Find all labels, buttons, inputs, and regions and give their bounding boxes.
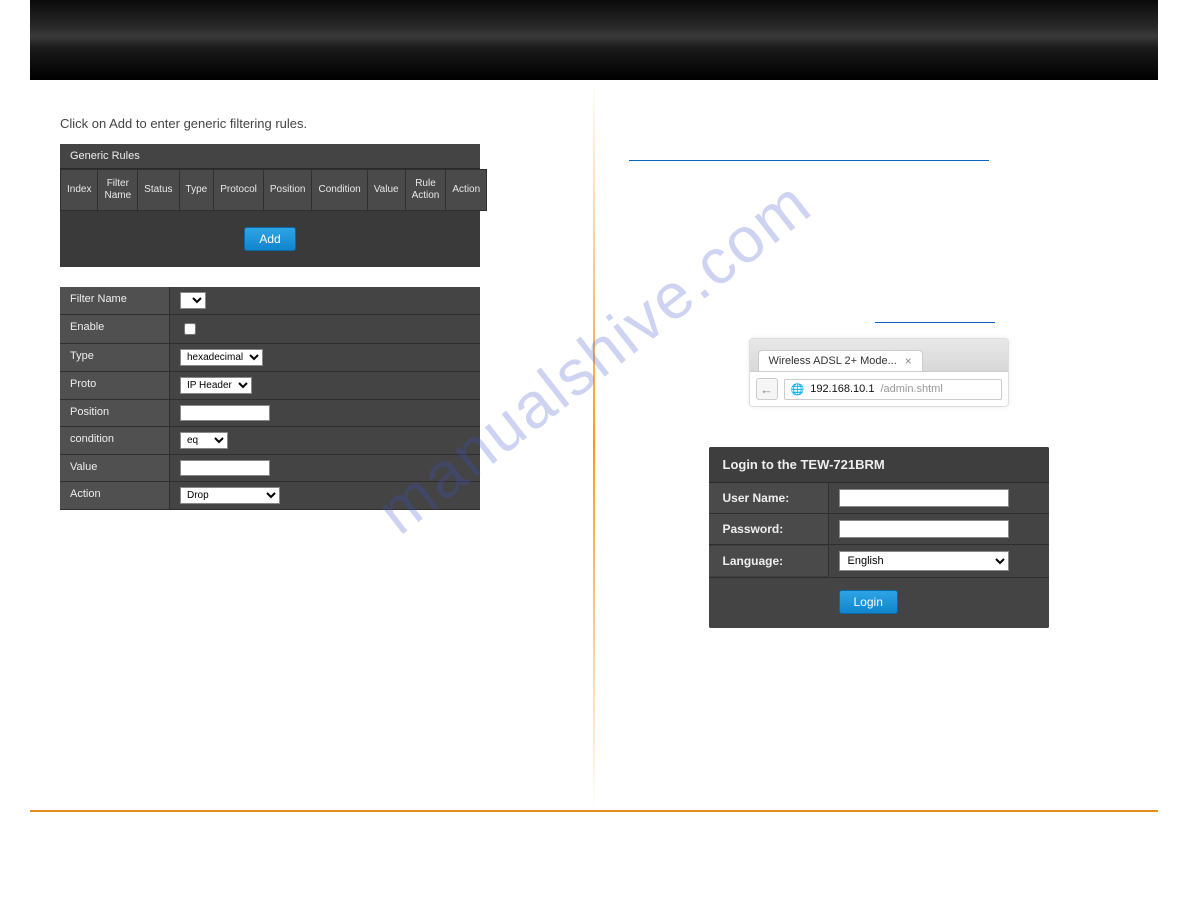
action-select[interactable]: Drop <box>180 487 280 504</box>
url-input[interactable]: 🌐 192.168.10.1/admin.shtml <box>784 379 1002 400</box>
label-type: Type <box>60 344 170 371</box>
page-footer: © Copyright 2015 TRENDnet. All Rights Re… <box>30 810 1158 852</box>
label-enable: Enable <box>60 315 170 343</box>
label-value: Value <box>60 455 170 481</box>
login-panel: Login to the TEW-721BRM User Name: Passw… <box>709 447 1049 628</box>
browser-screenshot: Wireless ADSL 2+ Mode... × ← 🌐 192.168.1… <box>749 338 1009 407</box>
value-input[interactable] <box>180 460 270 476</box>
language-select[interactable]: English <box>839 551 1009 571</box>
browser-tab-bar: Wireless ADSL 2+ Mode... × <box>750 339 1008 371</box>
col-value: Value <box>367 169 405 210</box>
col-filter-name: Filter Name <box>98 169 138 210</box>
label-filter-name: Filter Name <box>60 287 170 314</box>
tab-title: Wireless ADSL 2+ Mode... <box>769 355 897 367</box>
url-host: 192.168.10.1 <box>810 383 874 395</box>
url-path: /admin.shtml <box>880 383 942 395</box>
col-rule-action: Rule Action <box>405 169 446 210</box>
generic-rule-form: Filter Name Enable Type hexadecimal Prot… <box>60 287 480 510</box>
col-action: Action <box>446 169 487 210</box>
login-pass-label: Password: <box>709 514 829 544</box>
login-lang-label: Language: <box>709 546 829 576</box>
col-position: Position <box>263 169 312 210</box>
col-type: Type <box>179 169 214 210</box>
add-button[interactable]: Add <box>244 227 295 251</box>
right-column: Advanced configuration Access your modem… <box>599 80 1158 810</box>
filter-name-select[interactable] <box>180 292 206 309</box>
table-header-row: Index Filter Name Status Type Protocol P… <box>61 169 487 210</box>
generic-rules-title: Generic Rules <box>60 144 480 169</box>
step-1: 1. Open your web browser (e.g. Internet … <box>629 259 1128 299</box>
proto-select[interactable]: IP Header <box>180 377 252 394</box>
doc-header: TRENDnet User's Guide TEW-722BRM <box>30 0 1158 80</box>
label-action: Action <box>60 482 170 509</box>
access-subheading: Access your modem router management page <box>629 139 989 161</box>
col-condition: Condition <box>312 169 367 210</box>
enable-checkbox[interactable] <box>184 323 196 335</box>
generic-rules-panel: Generic Rules Index Filter Name Status T… <box>60 144 480 267</box>
condition-select[interactable]: eq <box>180 432 228 449</box>
globe-icon: 🌐 <box>791 383 805 396</box>
left-column: Click on Add to enter generic filtering … <box>30 80 589 810</box>
browser-address-bar: ← 🌐 192.168.10.1/admin.shtml <box>750 371 1008 406</box>
column-divider <box>593 80 595 810</box>
col-status: Status <box>138 169 179 210</box>
generic-rules-table: Index Filter Name Status Type Protocol P… <box>60 169 487 211</box>
position-input[interactable] <box>180 405 270 421</box>
label-proto: Proto <box>60 372 170 399</box>
arrow-left-icon: ← <box>760 382 773 397</box>
login-user-label: User Name: <box>709 483 829 513</box>
login-title: Login to the TEW-721BRM <box>709 447 1049 483</box>
back-button[interactable]: ← <box>756 378 778 400</box>
browser-tab[interactable]: Wireless ADSL 2+ Mode... × <box>758 350 923 371</box>
password-input[interactable] <box>839 520 1009 538</box>
type-select[interactable]: hexadecimal <box>180 349 263 366</box>
close-icon[interactable]: × <box>905 355 912 367</box>
left-intro: Click on Add to enter generic filtering … <box>60 114 559 134</box>
label-condition: condition <box>60 427 170 454</box>
col-protocol: Protocol <box>214 169 264 210</box>
col-index: Index <box>61 169 98 210</box>
login-button[interactable]: Login <box>839 590 898 614</box>
username-input[interactable] <box>839 489 1009 507</box>
label-position: Position <box>60 400 170 426</box>
